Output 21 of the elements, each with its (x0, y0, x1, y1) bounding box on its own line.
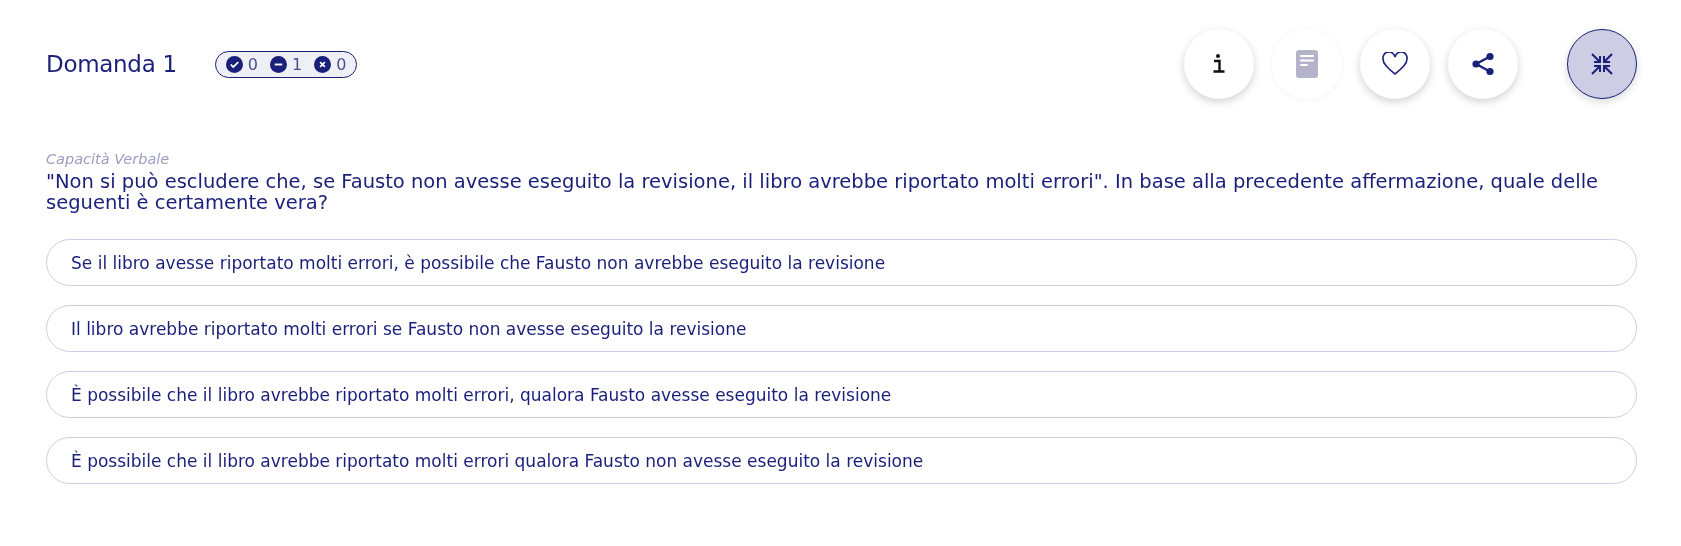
answer-option[interactable]: È possibile che il libro avrebbe riportato molti errori, qualora Fausto avesse eseguito la revisione (46, 371, 1637, 418)
score-count: 0 (247, 54, 258, 74)
collapse-button[interactable] (1567, 29, 1637, 99)
score-count: 0 (336, 54, 347, 74)
x-circle-icon (314, 55, 332, 73)
answer-option[interactable]: Se il libro avesse riportato molti errori, è possibile che Fausto non avrebbe eseguito la revisione (46, 239, 1637, 286)
document-icon (1296, 50, 1318, 78)
check-circle-icon (225, 55, 243, 73)
answer-option[interactable]: È possibile che il libro avrebbe riportato molti errori qualora Fausto non avesse eseguito la revisione (46, 437, 1637, 484)
question-category: Capacità Verbale (46, 151, 171, 167)
score-count: 1 (292, 54, 303, 74)
share-button[interactable] (1448, 29, 1518, 99)
heart-icon (1382, 52, 1408, 76)
favorite-button[interactable] (1360, 29, 1430, 99)
question-title: Domanda 1 (46, 51, 177, 77)
question-text: "Non si può escludere che, se Fausto non avesse eseguito la revisione, il libro avrebbe riportato molti errori". In base alla precedente affermazione, quale delle seguenti è certamente vera? (46, 171, 1600, 213)
answer-option[interactable]: Il libro avrebbe riportato molti errori se Fausto non avesse eseguito la revisione (46, 305, 1637, 352)
collapse-icon (1590, 52, 1614, 76)
minus-circle-icon (270, 55, 287, 73)
info-icon (1212, 53, 1226, 75)
share-icon (1471, 52, 1495, 76)
